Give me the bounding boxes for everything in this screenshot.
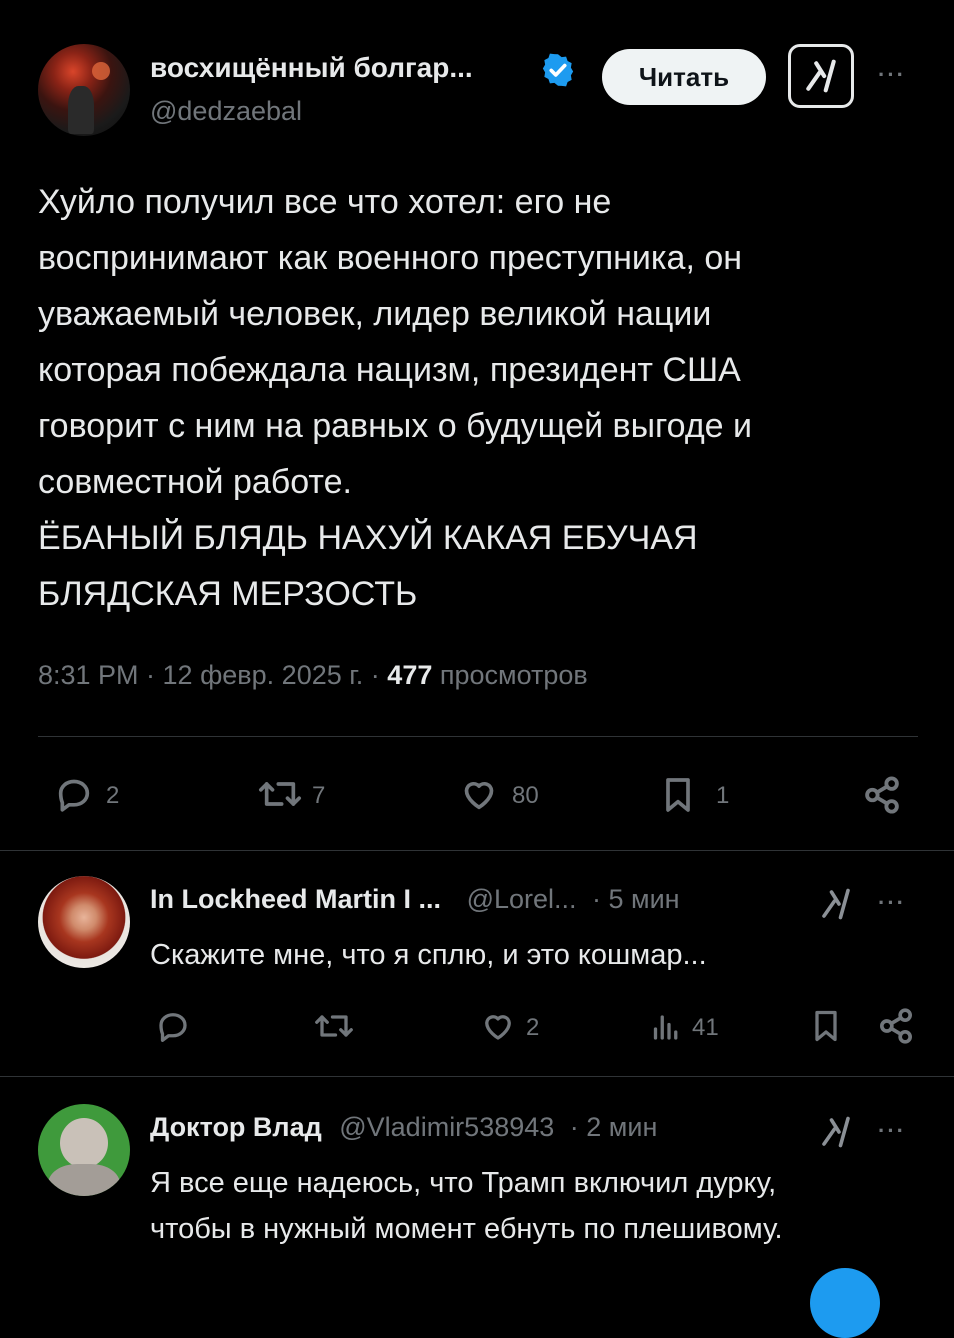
repost-icon[interactable] <box>254 774 306 814</box>
more-options-icon[interactable]: ··· <box>878 62 906 88</box>
reply-handle[interactable]: @Lorel... <box>467 884 577 914</box>
post-timestamp[interactable]: 8:31 PM · 12 февр. 2025 г. · <box>38 660 387 690</box>
like-count: 2 <box>526 1014 540 1041</box>
reply-display-name[interactable]: Доктор Влад <box>150 1112 322 1142</box>
reply-icon[interactable] <box>154 1008 192 1044</box>
post-divider <box>0 850 954 851</box>
like-count: 80 <box>512 782 539 809</box>
like-icon[interactable] <box>456 774 502 814</box>
reply-handle[interactable]: @Vladimir538943 <box>339 1112 554 1142</box>
repost-count: 7 <box>312 782 326 809</box>
verified-badge-icon <box>542 53 574 87</box>
grok-icon <box>806 59 836 93</box>
bookmark-count: 1 <box>716 782 730 809</box>
reply-text: Я все еще надеюсь, что Трамп включил дур… <box>150 1160 783 1252</box>
follow-button[interactable]: Читать <box>602 49 766 105</box>
post-body-line: ЁБАНЫЙ БЛЯДЬ НАХУЙ КАКАЯ ЕБУЧАЯ <box>38 519 698 557</box>
more-options-icon[interactable]: ··· <box>878 890 906 916</box>
post-body-line: совместной работе. <box>38 463 352 501</box>
post-body-line: говорит с ним на равных о будущей выгоде… <box>38 407 753 445</box>
share-icon[interactable] <box>876 1006 916 1046</box>
reply-display-name[interactable]: In Lockheed Martin I ... <box>150 884 441 914</box>
post-body-line: которая побеждала нацизм, президент США <box>38 351 741 389</box>
post-meta: 8:31 PM · 12 февр. 2025 г. · 477 просмот… <box>38 660 588 691</box>
post-body-line: воспринимают как военного преступника, о… <box>38 239 743 277</box>
post-body-line: уважаемый человек, лидер великой нации <box>38 295 712 333</box>
grok-icon[interactable] <box>818 1114 854 1150</box>
reply-icon[interactable] <box>52 774 96 814</box>
follow-button-label: Читать <box>638 61 730 92</box>
reply-header: In Lockheed Martin I ... @Lorel... · 5 м… <box>150 884 680 915</box>
author-display-name[interactable]: восхищённый болгар... <box>150 52 473 84</box>
bookmark-icon[interactable] <box>808 1006 844 1046</box>
repost-icon[interactable] <box>312 1008 356 1044</box>
reply-header: Доктор Влад @Vladimir538943 · 2 мин <box>150 1112 657 1143</box>
views-count: 477 <box>387 660 433 690</box>
views-icon[interactable] <box>648 1008 684 1044</box>
grok-icon[interactable] <box>818 886 854 922</box>
like-icon[interactable] <box>478 1008 518 1044</box>
post-body-line: Хуйло получил все что хотел: его не <box>38 183 612 221</box>
post-body: Хуйло получил все что хотел: его не восп… <box>38 174 918 622</box>
post-body-line: БЛЯДСКАЯ МЕРЗОСТЬ <box>38 575 418 613</box>
grok-button[interactable] <box>788 44 854 108</box>
author-handle[interactable]: @dedzaebal <box>150 96 302 127</box>
reply-time[interactable]: · 2 мин <box>570 1112 658 1142</box>
reply-time[interactable]: · 5 мин <box>592 884 680 914</box>
reply-text-line: чтобы в нужный момент ебнуть по плешивом… <box>150 1213 783 1245</box>
views-label: просмотров <box>432 660 588 690</box>
reply-avatar[interactable] <box>38 1104 130 1196</box>
meta-divider <box>38 736 918 737</box>
author-avatar[interactable] <box>38 44 130 136</box>
more-options-icon[interactable]: ··· <box>878 1118 906 1144</box>
compose-button[interactable] <box>810 1268 880 1338</box>
reply-text-line: Я все еще надеюсь, что Трамп включил дур… <box>150 1167 777 1199</box>
reply-divider <box>0 1076 954 1077</box>
bookmark-icon[interactable] <box>658 774 698 816</box>
reply-text: Скажите мне, что я сплю, и это кошмар... <box>150 934 707 976</box>
share-icon[interactable] <box>860 774 904 816</box>
reply-count: 2 <box>106 782 120 809</box>
reply-avatar[interactable] <box>38 876 130 968</box>
reply-text-line: Скажите мне, что я сплю, и это кошмар... <box>150 939 707 971</box>
views-count: 41 <box>692 1014 719 1041</box>
